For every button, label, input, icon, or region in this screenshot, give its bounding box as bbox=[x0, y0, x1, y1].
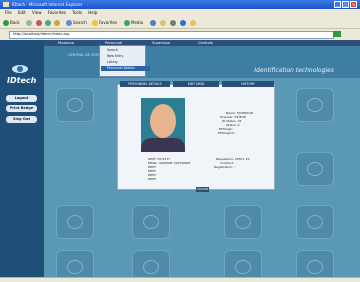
background-tile bbox=[296, 205, 334, 239]
star-icon bbox=[92, 20, 98, 26]
logout-button[interactable]: Logout bbox=[6, 95, 37, 102]
dropdown-item[interactable]: Listing bbox=[107, 60, 118, 65]
banner-tagline: Identification technologies bbox=[254, 67, 334, 74]
menu-tools[interactable]: Tools bbox=[72, 9, 82, 16]
background-tile bbox=[224, 205, 262, 239]
forward-button[interactable] bbox=[26, 19, 33, 26]
personnel-panel: PERSONNEL DETAILS EDIT DATA HISTORY Name… bbox=[117, 81, 275, 190]
edit-icon bbox=[180, 20, 186, 26]
forward-arrow-icon bbox=[26, 20, 32, 26]
address-bar: http://localhost/idtech/index.asp bbox=[0, 29, 360, 39]
nav-tab-controle[interactable]: Controle bbox=[194, 40, 213, 46]
background-tile bbox=[132, 205, 170, 239]
maximize-button[interactable]: □ bbox=[342, 1, 349, 8]
idtech-eye-icon bbox=[12, 65, 28, 73]
print-button[interactable] bbox=[170, 19, 177, 26]
header-banner: CENTRAL DE ATENDIMENTO Identification te… bbox=[44, 45, 360, 78]
history-icon bbox=[150, 20, 156, 26]
sidebar: IDtech Logout Print Badge Sing Out bbox=[0, 40, 44, 277]
background-tile bbox=[56, 205, 94, 239]
background-tile bbox=[224, 250, 262, 277]
edit-button[interactable] bbox=[180, 19, 187, 26]
tab-personnel-details[interactable]: PERSONNEL DETAILS bbox=[120, 81, 170, 87]
dropdown-item[interactable]: Search bbox=[107, 48, 118, 53]
tab-history[interactable]: HISTORY bbox=[222, 81, 274, 87]
field-dept: DEPT: bbox=[148, 177, 157, 181]
field-efdlogout: EFDlogOut: bbox=[218, 131, 235, 135]
folder-icon bbox=[190, 20, 196, 26]
back-button-voltar[interactable]: VOLTAR bbox=[196, 187, 209, 192]
refresh-icon bbox=[45, 20, 51, 26]
statusbar bbox=[0, 277, 360, 282]
window-titlebar: IDtech - Microsoft Internet Explorer _ □… bbox=[0, 0, 360, 9]
address-input[interactable]: http://localhost/idtech/index.asp bbox=[9, 31, 334, 39]
print-icon bbox=[170, 20, 176, 26]
background-tile bbox=[296, 88, 334, 122]
menu-favorites[interactable]: Favorites bbox=[48, 9, 66, 16]
person-photo bbox=[141, 98, 185, 152]
media-button[interactable]: Media bbox=[124, 19, 143, 26]
folder-button[interactable] bbox=[190, 19, 197, 26]
home-button[interactable] bbox=[54, 19, 61, 26]
refresh-button[interactable] bbox=[45, 19, 52, 26]
idtech-logo: IDtech bbox=[7, 76, 37, 85]
home-icon bbox=[54, 20, 60, 26]
tab-edit-data[interactable]: EDIT DATA bbox=[173, 81, 219, 87]
dropdown-item-selected[interactable]: Personnel Details bbox=[101, 66, 150, 71]
background-tile bbox=[56, 88, 94, 122]
background-tile bbox=[296, 152, 334, 186]
top-nav: Mudanca Personnel Supervisor Controle bbox=[44, 40, 360, 46]
dropdown-item[interactable]: New Entry bbox=[107, 54, 123, 59]
mail-button[interactable] bbox=[160, 19, 167, 26]
personnel-dropdown: Search New Entry Listing Personnel Detai… bbox=[99, 45, 150, 77]
toolbar: Back Search Favorites Media bbox=[0, 16, 360, 29]
mail-icon bbox=[160, 20, 166, 26]
window-title: IDtech - Microsoft Internet Explorer bbox=[12, 2, 83, 7]
nav-tab-mudanca[interactable]: Mudanca bbox=[54, 40, 74, 46]
ie-icon bbox=[3, 2, 9, 7]
menu-file[interactable]: File bbox=[5, 9, 12, 16]
media-icon bbox=[124, 20, 130, 26]
menu-edit[interactable]: Edit bbox=[18, 9, 26, 16]
print-badge-button[interactable]: Print Badge bbox=[6, 105, 37, 112]
background-tile bbox=[56, 250, 94, 277]
minimize-button[interactable]: _ bbox=[334, 1, 341, 8]
stop-button[interactable] bbox=[36, 19, 43, 26]
sign-out-button[interactable]: Sing Out bbox=[6, 116, 37, 123]
search-icon bbox=[66, 20, 72, 26]
background-tile bbox=[296, 250, 334, 277]
background-tile bbox=[132, 250, 170, 277]
back-button[interactable]: Back bbox=[3, 19, 20, 26]
history-button[interactable] bbox=[150, 19, 157, 26]
menu-view[interactable]: View bbox=[32, 9, 42, 16]
close-button[interactable]: × bbox=[350, 1, 357, 8]
go-button[interactable] bbox=[333, 31, 341, 37]
back-arrow-icon bbox=[3, 20, 9, 26]
stop-icon bbox=[36, 20, 42, 26]
menu-help[interactable]: Help bbox=[88, 9, 97, 16]
field-registration: Registration: - bbox=[214, 165, 236, 169]
nav-tab-supervisor[interactable]: Supervisor bbox=[148, 40, 171, 46]
favorites-button[interactable]: Favorites bbox=[92, 19, 117, 26]
menubar: File Edit View Favorites Tools Help bbox=[0, 9, 360, 16]
page-content: CENTRAL DE ATENDIMENTO Identification te… bbox=[0, 40, 360, 277]
search-button[interactable]: Search bbox=[66, 19, 87, 26]
